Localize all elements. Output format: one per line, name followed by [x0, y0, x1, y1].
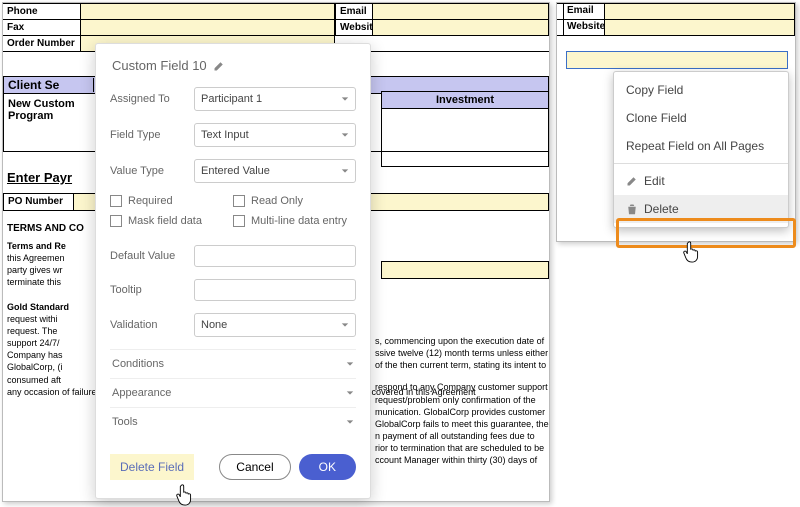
rp-website-label: Website [563, 20, 605, 35]
rp-website-field[interactable] [605, 20, 795, 35]
appearance-section[interactable]: Appearance [110, 378, 356, 407]
website-label: Website [335, 20, 373, 35]
terms-right-col: s, commencing upon the execution date of… [375, 335, 549, 466]
default-value-label: Default Value [110, 250, 194, 262]
chevron-down-icon [341, 321, 349, 329]
assigned-to-value: Participant 1 [201, 93, 262, 105]
ctx-copy-field[interactable]: Copy Field [614, 76, 788, 104]
tooltip-input[interactable] [194, 279, 356, 301]
mask-checkbox[interactable]: Mask field data [110, 215, 233, 227]
email-field[interactable] [373, 4, 549, 19]
cancel-button[interactable]: Cancel [219, 454, 290, 480]
right-screenshot-panel: Email Website Copy Field Clone Field Rep… [556, 2, 796, 242]
value-type-value: Entered Value [201, 165, 270, 177]
investment-po-field[interactable] [381, 261, 549, 279]
investment-header: Investment [381, 91, 549, 109]
assigned-to-label: Assigned To [110, 93, 194, 105]
pencil-icon[interactable] [213, 60, 225, 72]
field-type-select[interactable]: Text Input [194, 123, 356, 147]
ctx-repeat-field[interactable]: Repeat Field on All Pages [614, 132, 788, 160]
chevron-down-icon [341, 167, 349, 175]
assigned-to-select[interactable]: Participant 1 [194, 87, 356, 111]
selected-field-highlight[interactable] [566, 51, 788, 69]
trash-icon [626, 203, 638, 215]
field-type-label: Field Type [110, 129, 194, 141]
left-screenshot-panel: Phone Email Fax Website Order Number Cli… [2, 2, 550, 502]
dialog-title-row: Custom Field 10 [112, 58, 356, 73]
delete-field-button[interactable]: Delete Field [110, 454, 194, 480]
dialog-button-row: Delete Field Cancel OK [110, 446, 356, 480]
po-number-label: PO Number [4, 194, 74, 210]
validation-value: None [201, 319, 227, 331]
dialog-title: Custom Field 10 [112, 58, 207, 73]
value-type-label: Value Type [110, 165, 194, 177]
checkbox-group: Required Read Only Mask field data Multi… [110, 195, 356, 235]
chevron-down-icon [341, 95, 349, 103]
phone-field[interactable] [81, 4, 335, 19]
readonly-checkbox[interactable]: Read Only [233, 195, 356, 207]
ctx-clone-field[interactable]: Clone Field [614, 104, 788, 132]
ctx-delete[interactable]: Delete [614, 195, 788, 223]
rp-email-field[interactable] [605, 4, 795, 19]
multiline-checkbox[interactable]: Multi-line data entry [233, 215, 356, 227]
validation-select[interactable]: None [194, 313, 356, 337]
field-properties-dialog: Custom Field 10 Assigned To Participant … [95, 43, 371, 499]
pencil-icon [626, 175, 638, 187]
website-field[interactable] [373, 20, 549, 35]
order-number-label: Order Number [3, 36, 81, 51]
ctx-edit[interactable]: Edit [614, 167, 788, 195]
default-value-input[interactable] [194, 245, 356, 267]
validation-label: Validation [110, 319, 194, 331]
phone-label: Phone [3, 4, 81, 19]
fax-label: Fax [3, 20, 81, 35]
value-type-select[interactable]: Entered Value [194, 159, 356, 183]
chevron-down-icon [346, 389, 354, 397]
context-menu: Copy Field Clone Field Repeat Field on A… [613, 71, 789, 228]
email-label: Email [335, 4, 373, 19]
rp-email-label: Email [563, 4, 605, 19]
chevron-down-icon [341, 131, 349, 139]
conditions-section[interactable]: Conditions [110, 349, 356, 378]
investment-column: Investment [381, 91, 549, 279]
field-type-value: Text Input [201, 129, 249, 141]
ctx-separator [614, 163, 788, 164]
tools-section[interactable]: Tools [110, 407, 356, 436]
chevron-down-icon [346, 418, 354, 426]
client-se-label: Client Se [8, 78, 94, 92]
investment-body [381, 109, 549, 167]
required-checkbox[interactable]: Required [110, 195, 233, 207]
ok-button[interactable]: OK [299, 454, 356, 480]
chevron-down-icon [346, 360, 354, 368]
tooltip-label: Tooltip [110, 284, 194, 296]
fax-field[interactable] [81, 20, 335, 35]
